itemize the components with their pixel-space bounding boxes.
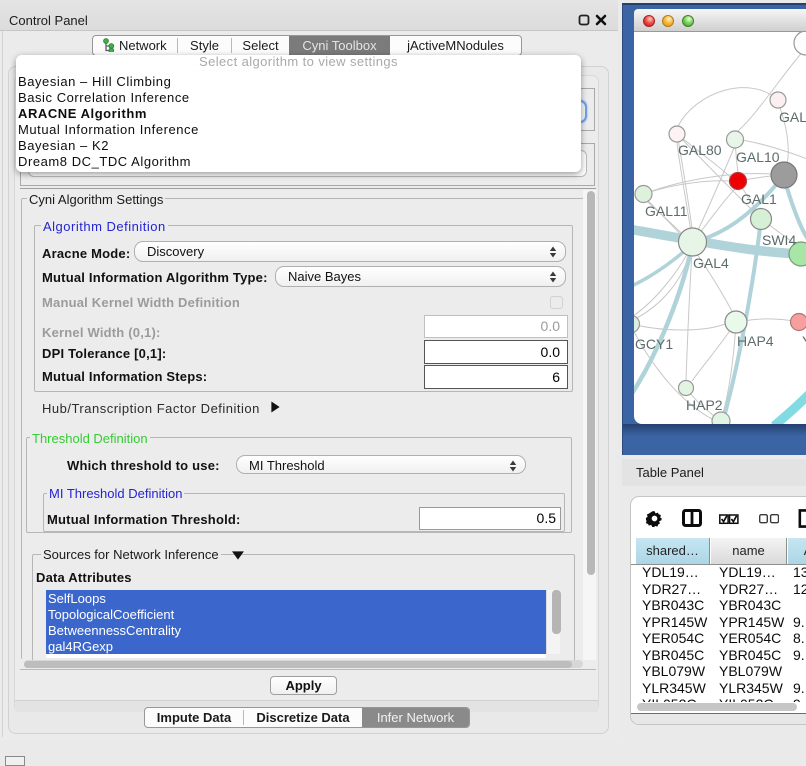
svg-text:SWI4: SWI4 — [762, 232, 796, 248]
svg-text:GAL10: GAL10 — [736, 149, 780, 165]
svg-text:HAP4: HAP4 — [737, 333, 774, 349]
svg-text:GAL: GAL — [779, 109, 806, 125]
svg-text:GAL11: GAL11 — [645, 203, 688, 219]
svg-text:GCY1: GCY1 — [635, 336, 673, 352]
svg-text:GAL1: GAL1 — [741, 191, 777, 207]
svg-text:HAP2: HAP2 — [686, 397, 723, 413]
svg-text:GAL80: GAL80 — [678, 142, 722, 158]
svg-text:GAL4: GAL4 — [693, 255, 729, 271]
svg-text:Y: Y — [802, 333, 806, 349]
